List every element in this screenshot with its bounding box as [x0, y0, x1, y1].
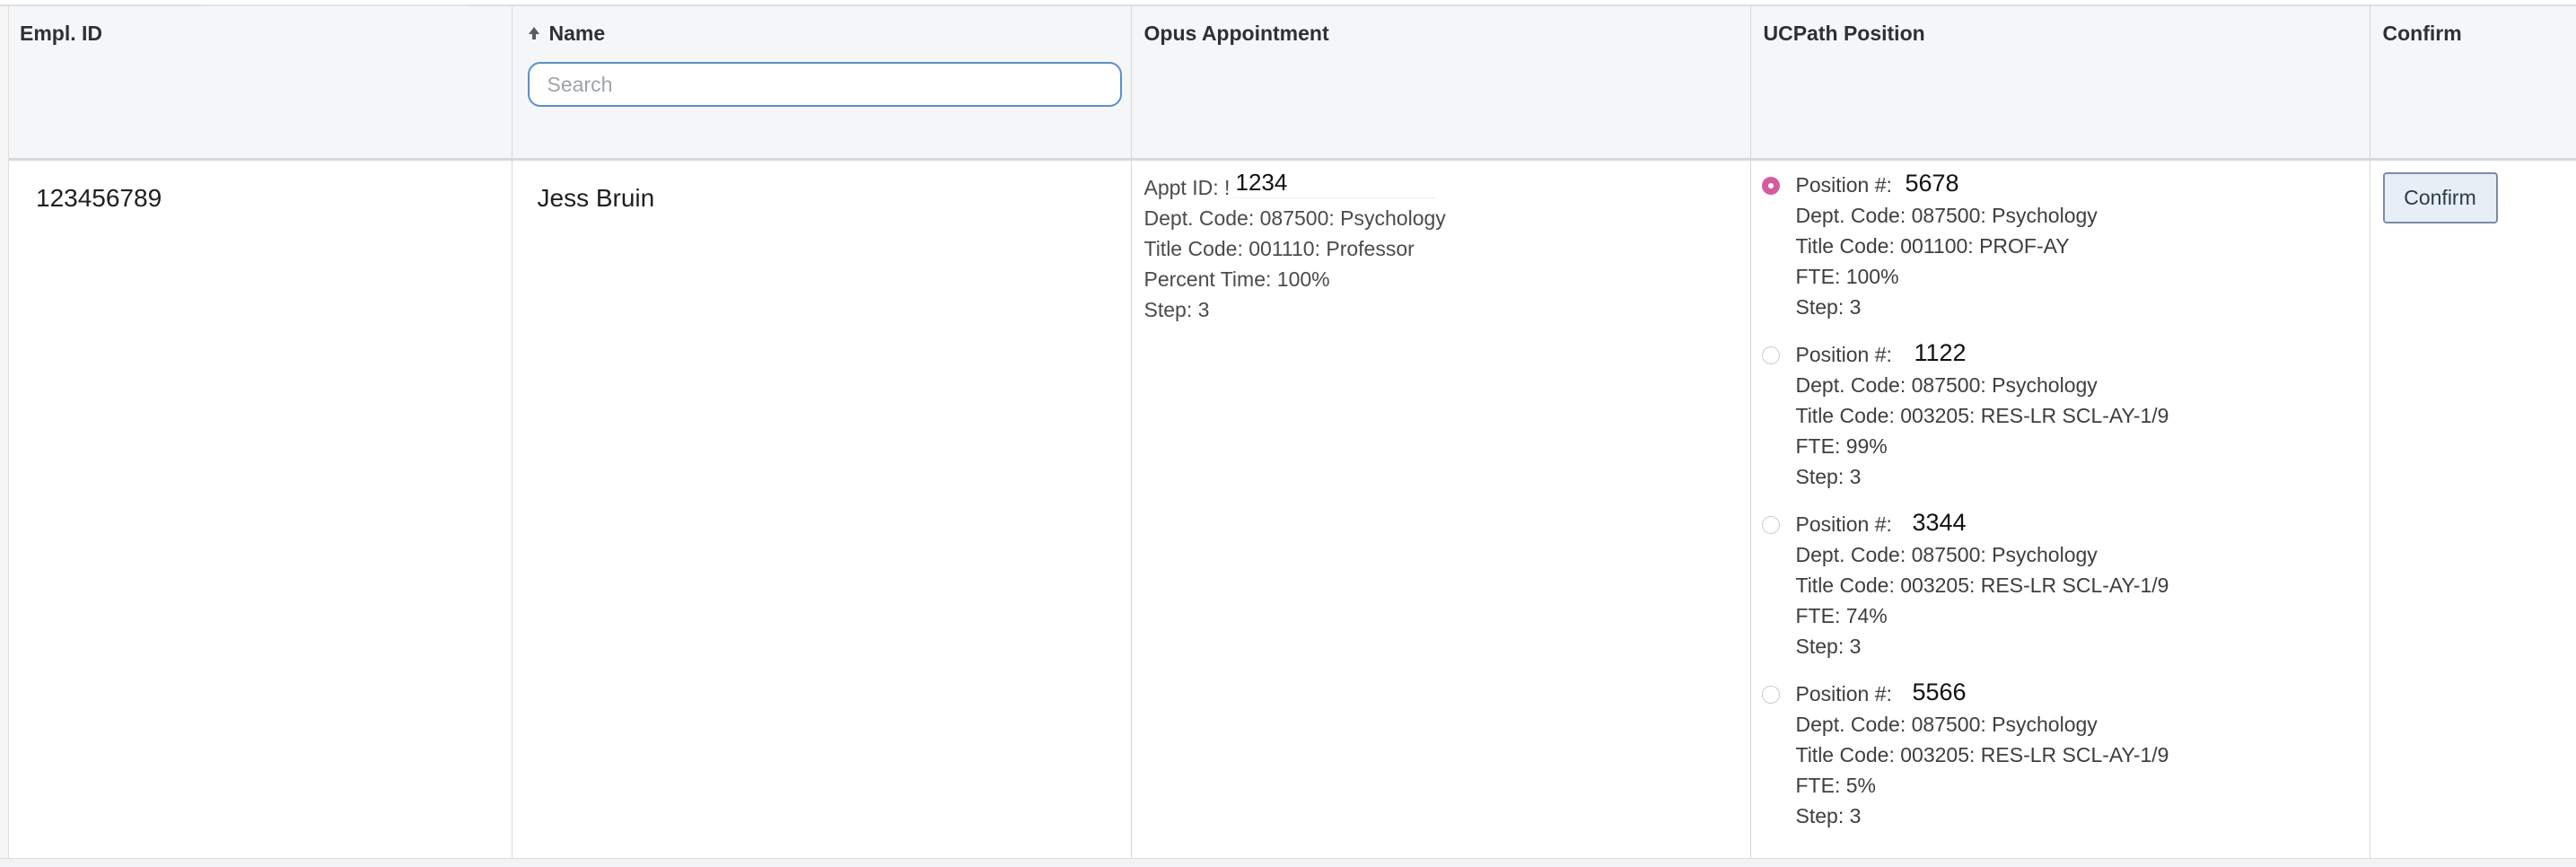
position-step: Step: 3	[1795, 464, 1862, 488]
column-header-label: Empl. ID	[20, 22, 103, 45]
position-number-line: Position #: 5678	[1795, 167, 2370, 200]
position-number: 1122	[1910, 337, 1970, 368]
appt-id-label: Appt ID: !	[1143, 175, 1231, 199]
position-dept-code: Dept. Code: 087500: Psychology	[1795, 203, 2098, 227]
position-dept-code: Dept. Code: 087500: Psychology	[1795, 542, 2098, 566]
position-radio[interactable]	[1761, 176, 1780, 195]
confirm-cell: Confirm	[2370, 159, 2576, 866]
position-number: 5566	[1908, 676, 1970, 707]
column-header-name[interactable]: Name	[512, 6, 1132, 161]
top-strip	[0, 0, 2576, 6]
position-number-line: Position #: 1122	[1795, 337, 2370, 370]
name-cell: Jess Bruin	[512, 159, 1132, 866]
position-label: Position #:	[1795, 172, 1892, 197]
position-radio[interactable]	[1761, 685, 1780, 704]
opus-title-code: Title Code: 001110: Professor	[1143, 236, 1415, 260]
table-row: 123456789 Jess Bruin Appt ID: ! 1234 Dep…	[9, 159, 2576, 866]
position-option[interactable]: Position #: 5566 Dept. Code: 087500: Psy…	[1761, 676, 2370, 831]
left-edge	[0, 6, 9, 867]
opus-step: Step: 3	[1143, 297, 1210, 321]
position-title-code: Title Code: 003205: RES-LR SCL-AY-1/9	[1795, 573, 2169, 597]
arrow-up-icon	[528, 27, 539, 39]
position-fte: FTE: 99%	[1795, 434, 1888, 458]
position-dept-code: Dept. Code: 087500: Psychology	[1795, 372, 2098, 397]
page: Empl. ID Name Opus Appointment	[0, 0, 2576, 867]
name-search-input[interactable]	[527, 62, 1122, 107]
column-header-confirm[interactable]: Confirm	[2370, 6, 2576, 161]
appt-id-line: Appt ID: ! 1234	[1143, 166, 1750, 203]
position-fte: FTE: 74%	[1795, 603, 1888, 627]
position-option[interactable]: Position #: 5678 Dept. Code: 087500: Psy…	[1761, 167, 2370, 322]
position-option[interactable]: Position #: 3344 Dept. Code: 087500: Psy…	[1761, 506, 2370, 661]
column-header-label: Confirm	[2382, 22, 2462, 45]
position-step: Step: 3	[1795, 294, 1862, 319]
position-fte: FTE: 100%	[1795, 264, 1899, 288]
bottom-strip	[0, 858, 2576, 867]
opus-appointment-cell: Appt ID: ! 1234 Dept. Code: 087500: Psyc…	[1131, 159, 1751, 866]
position-step: Step: 3	[1795, 634, 1862, 658]
opus-dept-code: Dept. Code: 087500: Psychology	[1143, 206, 1446, 230]
opus-percent-time: Percent Time: 100%	[1143, 267, 1330, 291]
position-label: Position #:	[1795, 342, 1892, 366]
appt-id-value: 1234	[1231, 166, 1435, 198]
position-number: 3344	[1908, 506, 1970, 538]
empl-id-cell: 123456789	[9, 159, 513, 866]
confirm-button[interactable]: Confirm	[2382, 171, 2498, 223]
column-header-opus[interactable]: Opus Appointment	[1131, 6, 1751, 161]
position-label: Position #:	[1795, 681, 1892, 705]
position-step: Step: 3	[1795, 803, 1862, 828]
position-title-code: Title Code: 001100: PROF-AY	[1795, 233, 2070, 258]
position-radio[interactable]	[1761, 515, 1780, 534]
ucpath-position-cell: Position #: 5678 Dept. Code: 087500: Psy…	[1750, 159, 2370, 866]
position-number-line: Position #: 3344	[1795, 506, 2370, 539]
column-header-empl-id[interactable]: Empl. ID	[9, 6, 513, 161]
position-option[interactable]: Position #: 1122 Dept. Code: 087500: Psy…	[1761, 337, 2370, 492]
position-label: Position #:	[1795, 512, 1892, 536]
column-header-ucpath[interactable]: UCPath Position	[1750, 6, 2370, 161]
positions-table: Empl. ID Name Opus Appointment	[9, 6, 2576, 866]
employee-name: Jess Bruin	[537, 183, 655, 212]
position-dept-code: Dept. Code: 087500: Psychology	[1795, 712, 2098, 736]
header-row: Empl. ID Name Opus Appointment	[9, 6, 2576, 161]
position-title-code: Title Code: 003205: RES-LR SCL-AY-1/9	[1795, 403, 2169, 427]
position-fte: FTE: 5%	[1795, 773, 1876, 797]
position-title-code: Title Code: 003205: RES-LR SCL-AY-1/9	[1795, 742, 2169, 766]
tab-hint	[206, 0, 469, 6]
column-header-label: UCPath Position	[1763, 22, 1925, 45]
empl-id-value: 123456789	[36, 183, 162, 212]
column-header-label: Name	[548, 22, 606, 45]
position-number-line: Position #: 5566	[1795, 676, 2370, 709]
position-radio[interactable]	[1761, 346, 1780, 364]
column-header-label: Opus Appointment	[1143, 22, 1329, 45]
position-number: 5678	[1901, 167, 1963, 198]
